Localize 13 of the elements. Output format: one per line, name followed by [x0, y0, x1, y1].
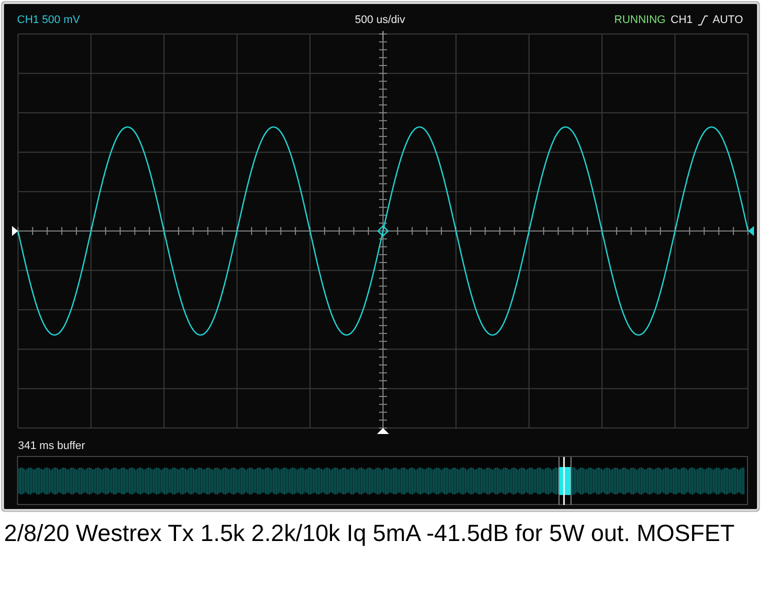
channel-scale: CH1 500 mV	[17, 14, 80, 26]
run-state: RUNNING	[614, 14, 666, 26]
buffer-label: 341 ms buffer	[18, 440, 86, 452]
rising-edge-icon	[698, 14, 708, 26]
timebase: 500 us/div	[354, 14, 406, 26]
trigger-level-marker	[748, 226, 754, 236]
trigger-position-marker	[377, 428, 389, 434]
trigger-time-marker	[382, 30, 384, 40]
diamond-marker-icon	[377, 225, 389, 237]
ground-level-marker	[12, 226, 18, 236]
trigger-channel: CH1	[670, 14, 693, 26]
caption: 2/8/20 Westrex Tx 1.5k 2.2k/10k Iq 5mA -41.5dB for 5W out. MOSFET	[4, 520, 736, 547]
trigger-mode: AUTO	[712, 14, 743, 26]
